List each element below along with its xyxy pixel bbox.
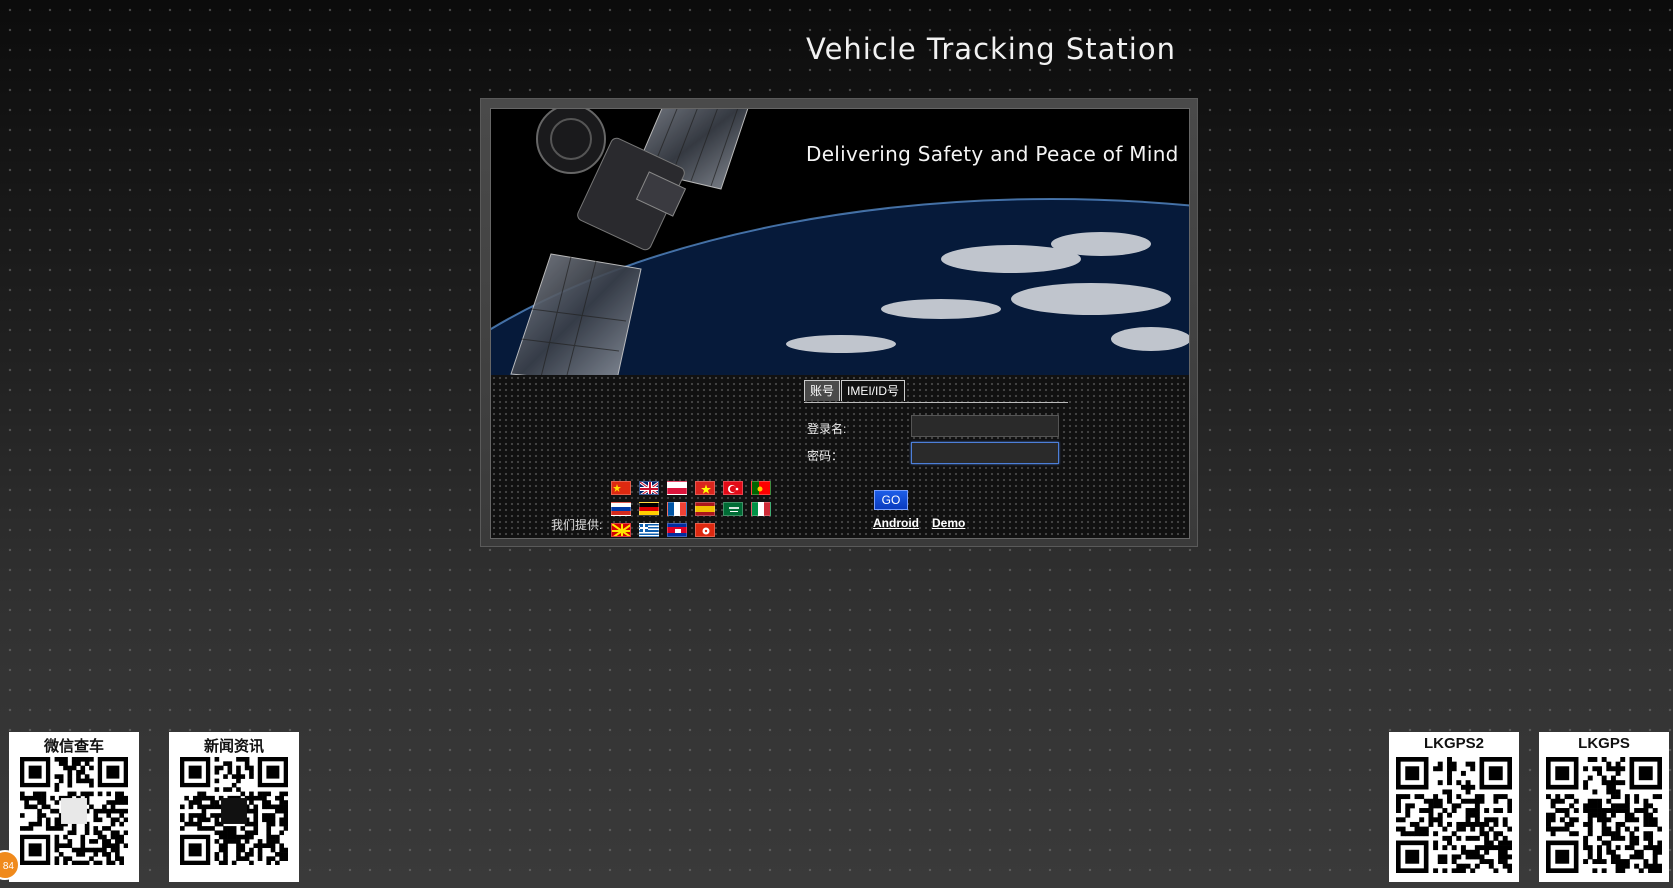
vietnam-flag[interactable] (695, 481, 715, 495)
login-form-area: 账号 IMEI/ID号 登录名: 密码： GO Android Demo 我们提… (491, 375, 1189, 538)
france-flag[interactable] (667, 502, 687, 516)
qr-card-lkgps: LKGPS (1539, 732, 1669, 882)
qr-code-icon (1396, 757, 1512, 873)
spain-flag[interactable] (695, 502, 715, 516)
germany-flag[interactable] (639, 502, 659, 516)
demo-link[interactable]: Demo (932, 516, 965, 530)
password-input[interactable] (911, 442, 1059, 464)
tab-account[interactable]: 账号 (804, 380, 841, 401)
site-title: Vehicle Tracking Station (806, 32, 1176, 66)
qr-code-icon (180, 757, 288, 865)
qr-code-icon (1546, 757, 1662, 873)
italy-flag[interactable] (751, 502, 771, 516)
login-panel-inner: Delivering Safety and Peace of Mind 账号 I… (490, 108, 1190, 539)
android-link[interactable]: Android (873, 516, 919, 530)
tab-imei-id[interactable]: IMEI/ID号 (841, 380, 906, 401)
cambodia-flag[interactable] (667, 523, 687, 537)
poland-flag[interactable] (667, 481, 687, 495)
china-flag[interactable] (611, 481, 631, 495)
login-panel: Delivering Safety and Peace of Mind 账号 I… (480, 98, 1198, 547)
username-input[interactable] (911, 415, 1059, 437)
qr-label: LKGPS2 (1423, 735, 1484, 752)
greece-flag[interactable] (639, 523, 659, 537)
hong-kong-flag[interactable] (695, 523, 715, 537)
languages-label: 我们提供: (551, 518, 603, 532)
uk-flag[interactable] (639, 481, 659, 495)
username-label: 登录名: (807, 422, 847, 436)
qr-label: 微信查车 (43, 738, 104, 755)
go-button[interactable]: GO (874, 490, 908, 510)
qr-card-news: 新闻资讯 (169, 732, 299, 882)
banner-tagline: Delivering Safety and Peace of Mind (806, 142, 1179, 166)
turkey-flag[interactable] (723, 481, 743, 495)
login-tabs: 账号 IMEI/ID号 (804, 380, 1068, 403)
qr-card-wechat: 微信查车 (9, 732, 139, 882)
russia-flag[interactable] (611, 502, 631, 516)
qr-label: 新闻资讯 (203, 738, 264, 755)
saudi-arabia-flag[interactable] (723, 502, 743, 516)
qr-label: LKGPS (1578, 735, 1630, 752)
qr-code-icon (20, 757, 128, 865)
qr-card-lkgps2: LKGPS2 (1389, 732, 1519, 882)
password-label: 密码： (807, 449, 844, 463)
portugal-flag[interactable] (751, 481, 771, 495)
macedonia-flag[interactable] (611, 523, 631, 537)
